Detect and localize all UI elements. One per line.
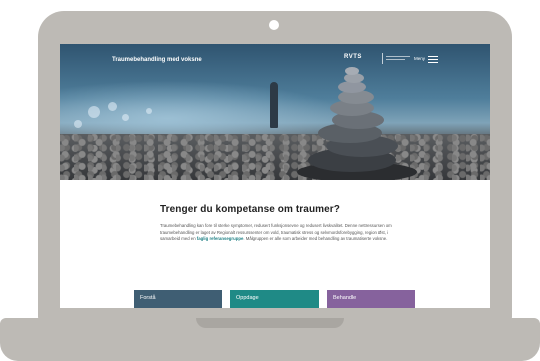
rvts-logo-subtitle <box>386 54 410 63</box>
pebble-beach <box>60 134 490 180</box>
intro-section: Trenger du kompetanse om traumer? Traume… <box>160 204 400 243</box>
laptop-screen: Traumebehandling med voksne RVTS Meny Tr… <box>60 44 490 308</box>
page-heading: Trenger du kompetanse om traumer? <box>160 204 341 215</box>
bokeh-light <box>122 114 129 121</box>
site-title[interactable]: Traumebehandling med voksne <box>112 57 202 63</box>
bokeh-light <box>74 120 82 128</box>
person-silhouette <box>270 82 278 128</box>
intro-paragraph: Traumebehandling kan fore til sterke sym… <box>160 223 400 243</box>
stone-cairn-image <box>297 67 417 180</box>
webcam-icon <box>269 20 279 30</box>
rvts-logo[interactable]: RVTS <box>344 54 378 63</box>
hamburger-menu-icon[interactable] <box>428 56 438 63</box>
tile-forsta[interactable]: Forstå <box>134 290 222 308</box>
tile-behandle[interactable]: Behandle <box>327 290 415 308</box>
bokeh-light <box>108 102 117 111</box>
laptop-opening-notch <box>196 318 344 328</box>
bokeh-light <box>88 106 100 118</box>
reference-group-link[interactable]: faglig referansegruppe <box>197 236 244 241</box>
bokeh-light <box>146 108 152 114</box>
logo-divider <box>382 53 383 64</box>
hero-image: Traumebehandling med voksne RVTS Meny <box>60 44 490 180</box>
tile-oppdage[interactable]: Oppdage <box>230 290 319 308</box>
intro-text-end: . Målgruppen er alle som arbeider med be… <box>243 236 388 242</box>
laptop-base <box>0 318 540 361</box>
menu-label[interactable]: Meny <box>414 56 425 61</box>
